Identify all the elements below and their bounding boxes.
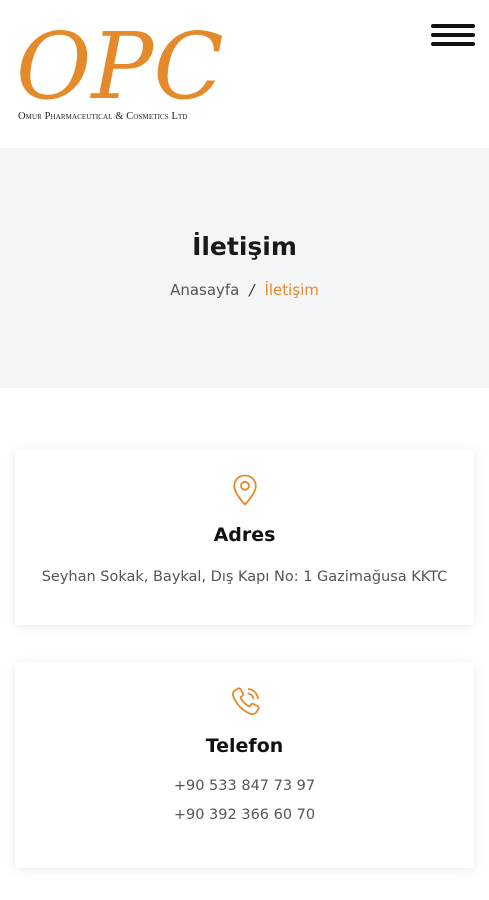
phone-card: Telefon +90 533 847 73 97 +90 392 366 60… [15, 662, 474, 868]
page-banner: İletişim Anasayfa / İletişim [0, 148, 489, 388]
site-header: OPC Omur Pharmaceutical & Cosmetics Ltd [0, 0, 489, 148]
address-title: Adres [213, 524, 276, 546]
location-pin-icon [229, 473, 261, 507]
address-card: Adres Seyhan Sokak, Baykal, Dış Kapı No:… [15, 449, 474, 625]
breadcrumb-current: İletişim [264, 281, 319, 299]
phone-title: Telefon [205, 735, 284, 757]
phone-ringing-icon [229, 684, 261, 718]
logo-text: OPC [16, 14, 224, 112]
logo-mark: OPC [16, 14, 224, 112]
phone-number-1[interactable]: +90 533 847 73 97 [15, 772, 474, 801]
contact-section: Adres Seyhan Sokak, Baykal, Dış Kapı No:… [0, 388, 489, 868]
breadcrumb-home-link[interactable]: Anasayfa [170, 281, 239, 299]
logo[interactable]: OPC Omur Pharmaceutical & Cosmetics Ltd [16, 14, 246, 129]
breadcrumb: Anasayfa / İletişim [0, 280, 489, 300]
logo-subtitle: Omur Pharmaceutical & Cosmetics Ltd [18, 111, 188, 122]
phone-number-2[interactable]: +90 392 366 60 70 [15, 801, 474, 830]
hamburger-menu-icon[interactable] [431, 22, 475, 50]
breadcrumb-separator: / [249, 281, 255, 299]
page-title: İletişim [192, 232, 297, 261]
address-text: Seyhan Sokak, Baykal, Dış Kapı No: 1 Gaz… [41, 569, 448, 585]
